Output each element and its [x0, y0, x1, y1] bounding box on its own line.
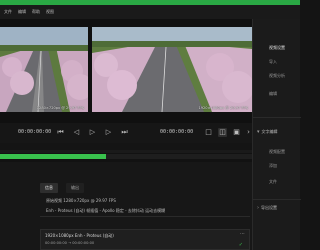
timecode-end: 00:00:00:00 — [160, 129, 194, 135]
split-view-icon[interactable]: ◫ — [218, 128, 227, 137]
compare-view-icon[interactable]: ▣ — [232, 128, 241, 137]
timeline-ruler — [0, 150, 252, 153]
sidebar-divider — [253, 117, 301, 118]
source-preview: 1280×720px @ 29.97 FPS — [0, 27, 88, 112]
chevron-down-icon: ▾ — [257, 129, 260, 135]
output-card[interactable]: 1920×1080px Enh - Proteus (自动) ⋯ 00:00:0… — [40, 229, 250, 250]
menubar: 文件 编辑 帮助 视图 — [0, 5, 300, 19]
timecode-start: 00:00:00:00 — [18, 129, 52, 135]
output-preview: 1920×1080px @ 29.97 FPS — [92, 27, 252, 112]
chevron-right-icon: › — [257, 205, 259, 211]
source-image — [0, 27, 88, 112]
profile-line: Enh - Proteus (自动) 帧插值 - Apollo 稳定 - 去除抖… — [46, 208, 166, 213]
bottom-tabs: 信息 输出 — [40, 183, 84, 193]
sidebar-sub-add[interactable]: 添加 — [269, 163, 277, 169]
play-icon[interactable]: ▷ — [88, 128, 97, 137]
sidebar-item-analysis[interactable]: 视频分析 — [269, 73, 285, 79]
menu-help[interactable]: 帮助 — [32, 9, 40, 15]
card-title: 1920×1080px Enh - Proteus (自动) — [45, 233, 114, 238]
divider — [40, 216, 250, 217]
timeline[interactable] — [0, 150, 252, 162]
tab-output[interactable]: 输出 — [66, 183, 84, 193]
tab-info[interactable]: 信息 — [40, 183, 58, 193]
go-end-icon[interactable]: ⏭ — [120, 128, 129, 137]
sidebar-item-video-settings[interactable]: 视频设置 — [269, 45, 285, 51]
output-image — [92, 27, 252, 112]
sidebar-sub-file[interactable]: 文件 — [269, 179, 277, 185]
sidebar-item-edit[interactable]: 编辑 — [269, 91, 277, 97]
playback-toolbar: 00:00:00:00 ⏮ ◁ ▷ ▷ ⏭ 00:00:00:00 □ ◫ ▣ … — [0, 123, 252, 143]
check-icon: ✓ — [238, 242, 243, 248]
single-view-icon[interactable]: □ — [204, 128, 213, 137]
card-row-1: 00:00:00:00 → 00:00:00:00 — [45, 241, 95, 245]
source-resolution-caption: 1280×720px @ 29.97 FPS — [36, 106, 84, 110]
menu-file[interactable]: 文件 — [4, 9, 12, 15]
source-info: 原始视频 1280×720px @ 29.97 FPS — [46, 198, 116, 203]
sidebar-section-label-2: 导出设置 — [261, 205, 277, 210]
sidebar-section-label: 文字编辑 — [261, 129, 278, 134]
sidebar-divider-2 — [253, 199, 301, 200]
sidebar-section-export[interactable]: › 导出设置 — [257, 205, 277, 211]
output-resolution-caption: 1920×1080px @ 29.97 FPS — [198, 106, 248, 110]
menu-edit[interactable]: 编辑 — [18, 9, 26, 15]
go-start-icon[interactable]: ⏮ — [56, 128, 65, 137]
menu-view[interactable]: 视图 — [46, 9, 54, 15]
sidebar-sub-video-config[interactable]: 视频配置 — [269, 149, 285, 155]
card-menu-icon[interactable]: ⋯ — [240, 231, 245, 237]
step-forward-icon[interactable]: ▷ — [104, 128, 113, 137]
timeline-progress — [0, 154, 106, 159]
right-sidebar: 视频设置 导入 视频分析 编辑 ▾ 文字编辑 视频配置 添加 文件 › 导出设置 — [252, 19, 301, 250]
step-back-icon[interactable]: ◁ — [72, 128, 81, 137]
sidebar-section-text[interactable]: ▾ 文字编辑 — [257, 129, 278, 135]
preview-area: 1280×720px @ 29.97 FPS 1920×1080px @ 29.… — [0, 19, 252, 123]
sidebar-item-import[interactable]: 导入 — [269, 59, 277, 65]
